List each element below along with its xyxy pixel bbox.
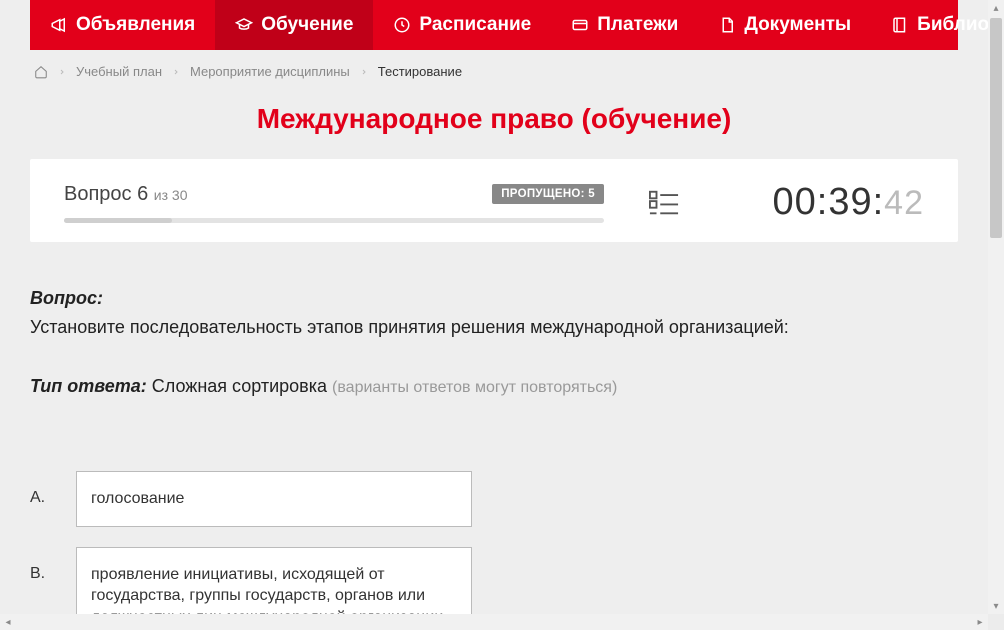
breadcrumb: Учебный план Мероприятие дисциплины Тест… bbox=[0, 50, 988, 93]
breadcrumb-current: Тестирование bbox=[378, 64, 462, 79]
horizontal-scrollbar[interactable]: ◂ ▸ bbox=[0, 614, 988, 630]
options-list: A. голосование B. проявление инициативы,… bbox=[30, 471, 958, 614]
option-letter: B. bbox=[30, 547, 62, 583]
document-icon bbox=[718, 16, 736, 34]
scroll-thumb[interactable] bbox=[990, 18, 1002, 238]
nav-announcements[interactable]: Объявления bbox=[30, 0, 215, 50]
scroll-left-icon[interactable]: ◂ bbox=[0, 614, 16, 630]
nav-schedule[interactable]: Расписание bbox=[373, 0, 551, 50]
card-icon bbox=[571, 16, 589, 34]
option-row: B. проявление инициативы, исходящей от г… bbox=[30, 547, 958, 614]
nav-library[interactable]: Библиотека bbox=[871, 0, 988, 50]
question-heading: Вопрос: bbox=[30, 288, 958, 309]
question-counter: Вопрос 6 из 30 bbox=[64, 183, 188, 206]
progress-bar bbox=[64, 218, 604, 223]
scroll-up-icon[interactable]: ▴ bbox=[988, 0, 1004, 16]
nav-label: Платежи bbox=[597, 14, 678, 36]
progress-card: Вопрос 6 из 30 ПРОПУЩЕНО: 5 00:39:42 bbox=[30, 159, 958, 242]
scroll-corner bbox=[988, 614, 1004, 630]
answer-type: Тип ответа: Сложная сортировка (варианты… bbox=[30, 376, 958, 397]
timer: 00:39:42 bbox=[773, 181, 924, 223]
top-nav: Объявления Обучение Расписание Платежи Д… bbox=[30, 0, 958, 50]
nav-payments[interactable]: Платежи bbox=[551, 0, 698, 50]
nav-learning[interactable]: Обучение bbox=[215, 0, 373, 50]
scroll-down-icon[interactable]: ▾ bbox=[988, 598, 1004, 614]
home-icon[interactable] bbox=[34, 65, 48, 79]
skipped-badge: ПРОПУЩЕНО: 5 bbox=[492, 184, 604, 204]
breadcrumb-link[interactable]: Учебный план bbox=[76, 64, 162, 79]
scroll-right-icon[interactable]: ▸ bbox=[972, 614, 988, 630]
question-text: Установите последовательность этапов при… bbox=[30, 315, 958, 340]
chevron-right-icon bbox=[58, 68, 66, 76]
megaphone-icon bbox=[50, 16, 68, 34]
graduation-cap-icon bbox=[235, 16, 253, 34]
chevron-right-icon bbox=[172, 68, 180, 76]
book-icon bbox=[891, 16, 909, 34]
clock-icon bbox=[393, 16, 411, 34]
option-box[interactable]: проявление инициативы, исходящей от госу… bbox=[76, 547, 472, 614]
option-row: A. голосование bbox=[30, 471, 958, 527]
nav-label: Документы bbox=[744, 14, 851, 36]
nav-label: Обучение bbox=[261, 14, 353, 36]
page-title: Международное право (обучение) bbox=[0, 93, 988, 159]
breadcrumb-link[interactable]: Мероприятие дисциплины bbox=[190, 64, 350, 79]
question-list-icon[interactable] bbox=[649, 190, 679, 216]
nav-label: Расписание bbox=[419, 14, 531, 36]
option-letter: A. bbox=[30, 471, 62, 507]
vertical-scrollbar[interactable]: ▴ ▾ bbox=[988, 0, 1004, 614]
nav-label: Библиотека bbox=[917, 14, 988, 36]
nav-label: Объявления bbox=[76, 14, 195, 36]
chevron-right-icon bbox=[360, 68, 368, 76]
nav-documents[interactable]: Документы bbox=[698, 0, 871, 50]
option-box[interactable]: голосование bbox=[76, 471, 472, 527]
